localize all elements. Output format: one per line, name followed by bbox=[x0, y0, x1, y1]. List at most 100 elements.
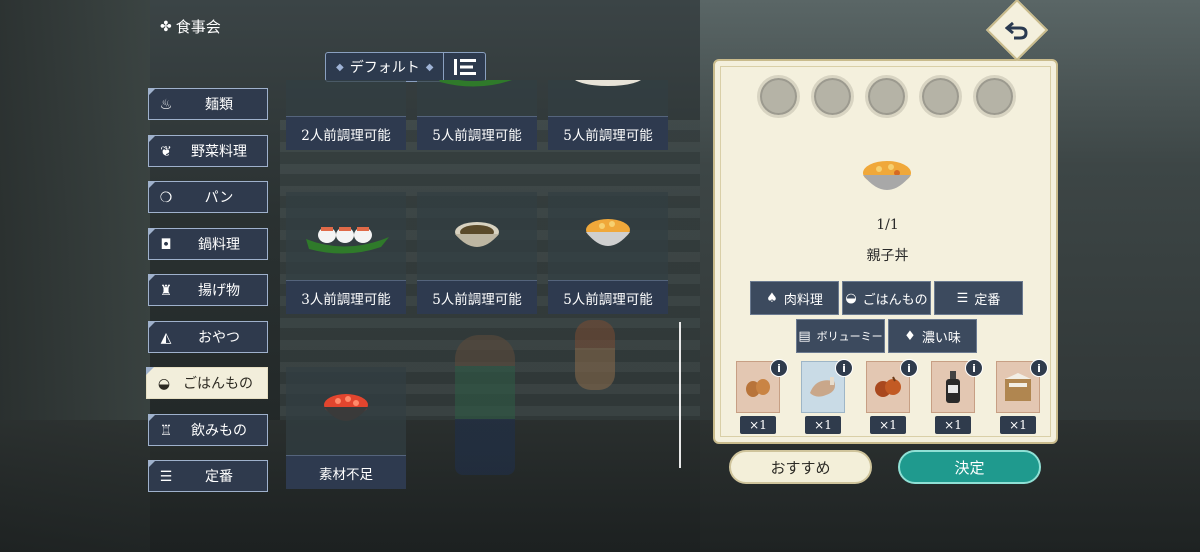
category-label: ごはんもの bbox=[183, 376, 253, 392]
info-icon[interactable]: i bbox=[965, 359, 983, 377]
salmon-bowl-icon bbox=[286, 80, 406, 116]
recipe-caption: 5人前調理可能 bbox=[417, 280, 537, 314]
recipe-card[interactable]: 5人前調理可能 bbox=[417, 192, 537, 314]
category-label: 揚げ物 bbox=[198, 283, 240, 299]
oyakodon-icon bbox=[548, 192, 668, 280]
back-arrow-icon bbox=[995, 8, 1039, 52]
volume-icon: ▤ bbox=[798, 328, 811, 344]
tag-standard: ☰ 定番 bbox=[934, 281, 1023, 315]
recipe-card[interactable]: 5人前調理可能 bbox=[417, 80, 537, 150]
category-tab-pot[interactable]: ◘ 鍋料理 bbox=[148, 227, 268, 260]
recipe-detail-panel: 1/1 親子丼 ♠ 肉料理 ◒ ごはんもの ☰ 定番 ▤ ボリューミー ♦ 濃い… bbox=[713, 59, 1058, 444]
sort-control: ◆ デフォルト ◆ bbox=[325, 52, 487, 82]
confirm-button[interactable]: 決定 bbox=[898, 450, 1041, 484]
category-tab-fried[interactable]: ♜ 揚げ物 bbox=[148, 274, 268, 306]
category-tab-noodles[interactable]: ♨ 麺類 bbox=[148, 88, 268, 120]
cake-icon: ◭ bbox=[160, 329, 172, 346]
rice-bowl-icon: ◒ bbox=[845, 290, 857, 306]
category-tab-drink[interactable]: ♖ 飲みもの bbox=[148, 413, 268, 446]
recipe-caption: 5人前調理可能 bbox=[548, 116, 668, 150]
recipe-card[interactable]: 3人前調理可能 bbox=[286, 192, 406, 314]
sushi-plate-icon bbox=[286, 192, 406, 280]
tag-rice: ◒ ごはんもの bbox=[842, 281, 931, 315]
recipe-caption: 3人前調理可能 bbox=[286, 280, 406, 314]
category-tab-vegetable[interactable]: ❦ 野菜料理 bbox=[148, 134, 268, 167]
sort-order-button[interactable] bbox=[444, 52, 487, 82]
sort-label-text: デフォルト bbox=[349, 60, 420, 76]
screen-title-text: 食事会 bbox=[175, 18, 221, 36]
ingredient-onion[interactable]: i ×1 bbox=[866, 359, 918, 434]
ikura-bowl-icon bbox=[286, 367, 406, 455]
party-slot[interactable] bbox=[919, 75, 962, 118]
sort-list-icon bbox=[453, 59, 476, 75]
recommend-button[interactable]: おすすめ bbox=[729, 450, 872, 484]
rice-balls-icon bbox=[417, 80, 537, 116]
category-label: 飲みもの bbox=[191, 422, 247, 439]
flower-icon: ✤ bbox=[160, 18, 172, 35]
ingredient-qty: ×1 bbox=[870, 416, 906, 434]
ingredient-qty: ×1 bbox=[805, 416, 841, 434]
sauce-icon: ♦ bbox=[904, 328, 916, 344]
party-slot[interactable] bbox=[865, 75, 908, 118]
dish-name: 親子丼 bbox=[866, 248, 909, 264]
info-icon[interactable]: i bbox=[835, 359, 853, 377]
info-icon[interactable]: i bbox=[1030, 359, 1048, 377]
rice-bowl-icon: ◒ bbox=[157, 376, 171, 392]
drink-icon: ♖ bbox=[159, 422, 173, 439]
category-tab-rice[interactable]: ◒ ごはんもの bbox=[146, 367, 268, 399]
recommend-button-label: おすすめ bbox=[770, 458, 831, 477]
category-label: 鍋料理 bbox=[198, 236, 240, 253]
burger-icon: ☰ bbox=[956, 290, 969, 306]
tag-label: ボリューミー bbox=[816, 330, 883, 343]
recipe-card[interactable]: 素材不足 bbox=[286, 367, 406, 489]
noodle-icon: ♨ bbox=[159, 97, 173, 113]
category-tab-bread[interactable]: ❍ パン bbox=[148, 181, 268, 213]
vegetable-icon: ❦ bbox=[160, 143, 172, 160]
burger-icon: ☰ bbox=[159, 469, 173, 485]
info-icon[interactable]: i bbox=[770, 359, 788, 377]
tag-label: 定番 bbox=[974, 292, 1001, 308]
category-list: ♨ 麺類 ❦ 野菜料理 ❍ パン ◘ 鍋料理 ♜ 揚げ物 ◭ おやつ ◒ ごはん… bbox=[146, 88, 268, 507]
ingredient-qty: ×1 bbox=[740, 416, 776, 434]
category-label: パン bbox=[204, 190, 234, 206]
category-tab-snack[interactable]: ◭ おやつ bbox=[148, 320, 268, 353]
confirm-button-label: 決定 bbox=[954, 458, 985, 477]
recipe-caption: 5人前調理可能 bbox=[548, 280, 668, 314]
party-slot[interactable] bbox=[973, 75, 1016, 118]
recipe-caption: 素材不足 bbox=[286, 455, 406, 489]
recipe-card[interactable]: 5人前調理可能 bbox=[548, 192, 668, 314]
recipe-card[interactable]: 2人前調理可能 bbox=[286, 80, 406, 150]
tag-meat: ♠ 肉料理 bbox=[750, 281, 839, 315]
category-tab-standard[interactable]: ☰ 定番 bbox=[148, 460, 268, 492]
recipe-card[interactable]: 5人前調理可能 bbox=[548, 80, 668, 150]
pot-icon: ◘ bbox=[160, 236, 172, 253]
sort-dropdown[interactable]: ◆ デフォルト ◆ bbox=[325, 52, 445, 82]
ingredient-rice[interactable]: i ×1 bbox=[996, 359, 1048, 434]
omurice-icon bbox=[548, 80, 668, 116]
category-label: 定番 bbox=[205, 469, 233, 485]
portion-count: 1/1 bbox=[876, 217, 899, 233]
ingredient-chicken[interactable]: i ×1 bbox=[801, 359, 853, 434]
diamond-icon: ◆ bbox=[336, 61, 344, 73]
party-slots bbox=[757, 75, 1016, 118]
screen-title: ✤ 食事会 bbox=[160, 16, 221, 37]
info-icon[interactable]: i bbox=[900, 359, 918, 377]
stew-bowl-icon bbox=[417, 192, 537, 280]
fries-icon: ♜ bbox=[159, 283, 173, 299]
ingredient-egg[interactable]: i ×1 bbox=[736, 359, 788, 434]
tag-voluminous: ▤ ボリューミー bbox=[796, 319, 885, 353]
diamond-icon: ◆ bbox=[425, 61, 434, 73]
ingredient-soy-sauce[interactable]: i ×1 bbox=[931, 359, 983, 434]
tag-label: ごはんもの bbox=[862, 292, 928, 308]
party-slot[interactable] bbox=[757, 75, 800, 118]
category-label: 野菜料理 bbox=[191, 143, 247, 160]
meat-icon: ♠ bbox=[766, 290, 778, 306]
scrollbar[interactable] bbox=[679, 322, 681, 468]
category-label: 麺類 bbox=[205, 97, 233, 113]
category-label: おやつ bbox=[198, 329, 240, 346]
recipe-caption: 2人前調理可能 bbox=[286, 116, 406, 150]
ingredient-qty: ×1 bbox=[1000, 416, 1036, 434]
tag-rich-flavor: ♦ 濃い味 bbox=[888, 319, 977, 353]
tag-label: 濃い味 bbox=[921, 330, 961, 346]
party-slot[interactable] bbox=[811, 75, 854, 118]
